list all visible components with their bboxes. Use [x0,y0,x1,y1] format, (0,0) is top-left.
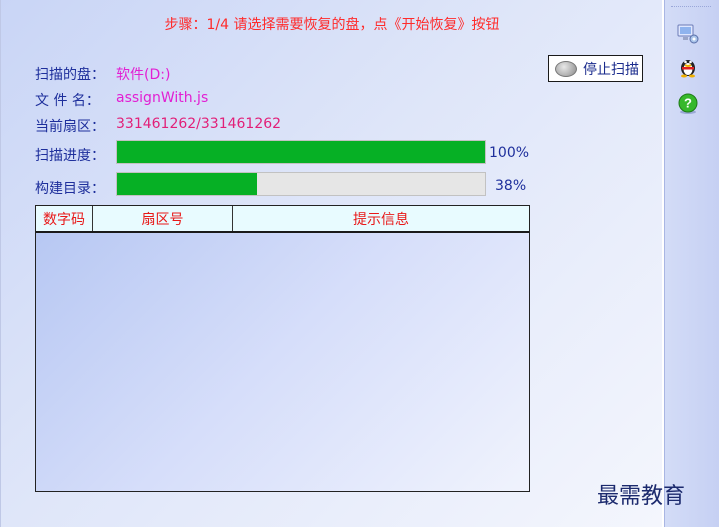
toolbar-grip [671,6,711,8]
help-icon[interactable]: ? [676,92,700,116]
watermark: 最需教育 [597,484,686,509]
column-header-message[interactable]: 提示信息 [233,206,529,231]
column-header-sector[interactable]: 扇区号 [93,206,233,231]
results-table[interactable]: 数字码 扇区号 提示信息 [35,205,530,492]
svg-text:?: ? [684,96,692,111]
scan-progress-bar [116,140,486,164]
scan-progress-label: 扫描进度： [35,148,105,164]
scan-progress-fill [117,141,485,163]
stop-icon [555,60,577,77]
disk-label: 扫描的盘： [35,67,105,83]
file-name-label: 文 件 名： [35,93,100,109]
build-directory-bar [116,172,486,196]
current-sector-label: 当前扇区： [35,119,105,135]
current-sector-value: 331461262/331461262 [116,116,282,132]
stop-scan-button[interactable]: 停止扫描 [548,55,643,82]
scan-progress-percent: 100% [489,145,530,161]
build-directory-fill [117,173,257,195]
disk-value: 软件(D:) [116,67,171,83]
build-directory-percent: 38% [495,178,527,194]
computer-settings-icon[interactable] [676,22,700,46]
stop-scan-label: 停止扫描 [583,61,639,78]
column-header-code[interactable]: 数字码 [36,206,93,231]
qq-penguin-icon[interactable] [676,54,700,78]
table-header: 数字码 扇区号 提示信息 [36,206,529,233]
build-directory-label: 构建目录： [35,181,105,197]
side-toolbar: ? [664,0,719,527]
file-name-value: assignWith.js [116,90,209,106]
recovery-panel: 步骤：1/4 请选择需要恢复的盘，点《开始恢复》按钮 扫描的盘： 软件(D:) … [0,0,662,527]
step-instruction: 步骤：1/4 请选择需要恢复的盘，点《开始恢复》按钮 [164,17,500,33]
